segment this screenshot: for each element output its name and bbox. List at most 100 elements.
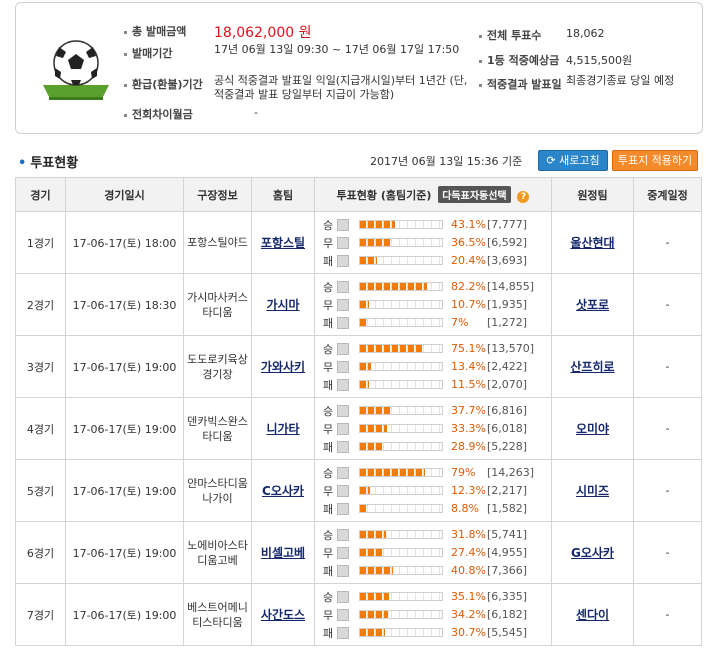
game-number: 6경기 xyxy=(15,521,66,584)
auto-select-button[interactable]: 다득표자동선택 xyxy=(438,186,511,203)
outcome-checkbox[interactable] xyxy=(337,404,349,417)
outcome-checkbox[interactable] xyxy=(337,546,349,559)
venue-info: 덴카빅스완스타디움 xyxy=(183,397,252,460)
section-title: 투표현황 xyxy=(18,152,78,171)
vote-percent: 37.7% xyxy=(451,404,486,417)
vote-count: [5,228] xyxy=(487,440,528,453)
away-team-link[interactable]: 오미야 xyxy=(576,422,609,436)
outcome-checkbox[interactable] xyxy=(337,236,349,249)
vote-bar xyxy=(359,610,443,619)
first-prize-label: 1등 적중예상금 xyxy=(479,52,559,68)
vote-line: 승 75.1% [13,570] xyxy=(323,340,551,358)
outcome-checkbox[interactable] xyxy=(337,502,349,515)
venue-info: 얀마스타디움나가이 xyxy=(183,459,252,522)
broadcast-schedule: - xyxy=(633,273,702,336)
vote-bar-fill xyxy=(360,363,371,370)
vote-bar-fill xyxy=(360,407,391,414)
outcome-checkbox[interactable] xyxy=(337,528,349,541)
home-team-cell: 포항스틸 xyxy=(251,211,315,274)
vote-bar xyxy=(359,344,443,353)
vote-percent: 7% xyxy=(451,316,469,329)
home-team-link[interactable]: 사간도스 xyxy=(261,608,305,622)
outcome-checkbox[interactable] xyxy=(337,626,349,639)
vote-percent: 75.1% xyxy=(451,342,486,355)
vote-line: 무 10.7% [1,935] xyxy=(323,296,551,314)
away-team-link[interactable]: 센다이 xyxy=(576,608,609,622)
outcome-label: 승 xyxy=(323,218,334,232)
help-icon[interactable]: ? xyxy=(517,191,530,203)
refresh-button[interactable]: ⟳ 새로고침 xyxy=(538,150,608,171)
outcome-checkbox[interactable] xyxy=(337,564,349,577)
game-number: 2경기 xyxy=(15,273,66,336)
home-team-link[interactable]: 니가타 xyxy=(266,422,299,436)
vote-percent: 79% xyxy=(451,466,476,479)
game-number: 4경기 xyxy=(15,397,66,460)
outcome-label: 패 xyxy=(323,626,334,640)
vote-count: [7,366] xyxy=(487,564,528,577)
vote-bar-fill xyxy=(360,239,390,246)
refund-period-label: 환급(환불)기간 xyxy=(124,76,203,92)
game-datetime: 17-06-17(토) 19:00 xyxy=(65,459,184,522)
home-team-link[interactable]: 비셀고베 xyxy=(261,546,305,560)
home-team-link[interactable]: 가와사키 xyxy=(261,360,305,374)
table-row: 5경기 17-06-17(토) 19:00 얀마스타디움나가이 C오사카 승 79% … xyxy=(15,459,702,522)
outcome-checkbox[interactable] xyxy=(337,342,349,355)
vote-line: 패 28.9% [5,228] xyxy=(323,438,551,456)
vote-count: [2,422] xyxy=(487,360,528,373)
home-team-link[interactable]: C오사카 xyxy=(262,484,304,498)
away-team-link[interactable]: G오사카 xyxy=(571,546,614,560)
outcome-label: 승 xyxy=(323,528,334,542)
outcome-checkbox[interactable] xyxy=(337,316,349,329)
vote-percent: 31.8% xyxy=(451,528,486,541)
vote-status: 승 31.8% [5,741] 무 27.4% [4,955] 패 40.8% … xyxy=(314,521,552,584)
outcome-label: 패 xyxy=(323,440,334,454)
outcome-label: 승 xyxy=(323,466,334,480)
broadcast-schedule: - xyxy=(633,459,702,522)
vote-bar xyxy=(359,220,443,229)
vote-bar-fill xyxy=(360,345,422,352)
away-team-link[interactable]: 삿포로 xyxy=(576,298,609,312)
vote-status: 승 37.7% [6,816] 무 33.3% [6,018] 패 28.9% … xyxy=(314,397,552,460)
vote-count: [14,263] xyxy=(487,466,535,479)
outcome-label: 패 xyxy=(323,564,334,578)
outcome-checkbox[interactable] xyxy=(337,378,349,391)
home-team-link[interactable]: 가시마 xyxy=(266,298,299,312)
away-team-link[interactable]: 울산현대 xyxy=(570,236,614,250)
outcome-checkbox[interactable] xyxy=(337,590,349,603)
vote-line: 승 35.1% [6,335] xyxy=(323,588,551,606)
away-team-link[interactable]: 시미즈 xyxy=(576,484,609,498)
vote-percent: 82.2% xyxy=(451,280,486,293)
apply-ballot-button[interactable]: 투표지 적용하기 xyxy=(612,150,698,171)
vote-bar-fill xyxy=(360,531,387,538)
away-team-link[interactable]: 산프히로 xyxy=(570,360,614,374)
vote-line: 패 8.8% [1,582] xyxy=(323,500,551,518)
vote-count: [7,777] xyxy=(487,218,528,231)
outcome-checkbox[interactable] xyxy=(337,298,349,311)
vote-line: 패 20.4% [3,693] xyxy=(323,252,551,270)
outcome-checkbox[interactable] xyxy=(337,484,349,497)
vote-bar xyxy=(359,468,443,477)
outcome-checkbox[interactable] xyxy=(337,254,349,267)
vote-bar xyxy=(359,592,443,601)
away-team-cell: 산프히로 xyxy=(551,335,634,398)
vote-line: 승 79% [14,263] xyxy=(323,464,551,482)
outcome-checkbox[interactable] xyxy=(337,360,349,373)
outcome-checkbox[interactable] xyxy=(337,440,349,453)
first-prize-value: 4,515,500원 xyxy=(566,54,633,67)
outcome-checkbox[interactable] xyxy=(337,218,349,231)
outcome-checkbox[interactable] xyxy=(337,280,349,293)
vote-line: 패 7% [1,272] xyxy=(323,314,551,332)
outcome-checkbox[interactable] xyxy=(337,466,349,479)
vote-line: 승 37.7% [6,816] xyxy=(323,402,551,420)
vote-line: 패 40.8% [7,366] xyxy=(323,562,551,580)
outcome-checkbox[interactable] xyxy=(337,422,349,435)
broadcast-schedule: - xyxy=(633,335,702,398)
vote-count: [1,582] xyxy=(487,502,528,515)
outcome-checkbox[interactable] xyxy=(337,608,349,621)
vote-status-table: 경기 경기일시 구장정보 홈팀 투표현황 (홈팀기준) 다득표자동선택 ? 원정… xyxy=(15,177,702,646)
header-votes: 투표현황 (홈팀기준) 다득표자동선택 ? xyxy=(314,177,552,212)
vote-line: 무 33.3% [6,018] xyxy=(323,420,551,438)
outcome-label: 무 xyxy=(323,422,334,436)
home-team-link[interactable]: 포항스틸 xyxy=(261,236,305,250)
vote-count: [6,816] xyxy=(487,404,528,417)
